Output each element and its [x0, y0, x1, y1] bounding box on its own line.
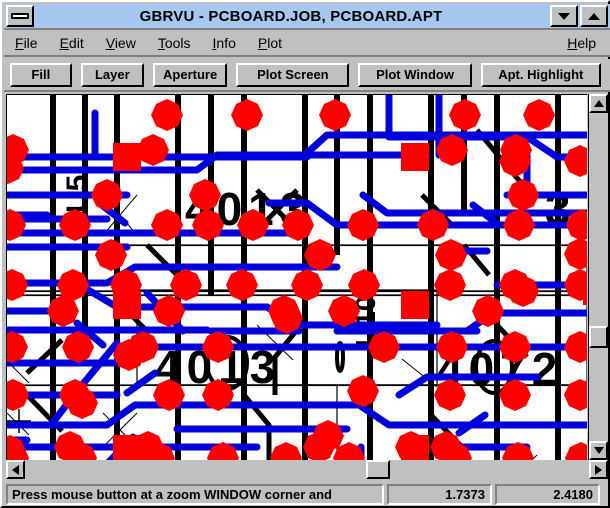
menu-plot[interactable]: Plot: [247, 33, 293, 53]
scroll-down-button[interactable]: [589, 441, 608, 460]
plot-window-button[interactable]: Plot Window: [358, 62, 472, 87]
coordinate-y: 2.4180: [495, 483, 600, 505]
chevron-up-icon: [588, 12, 600, 20]
plot-screen-button[interactable]: Plot Screen: [236, 62, 350, 87]
minimize-button[interactable]: [6, 5, 34, 27]
window-title: GBRVU - PCBOARD.JOB, PCBOARD.APT: [139, 7, 443, 25]
fill-button[interactable]: Fill: [10, 62, 72, 87]
minimize-icon: [11, 13, 29, 19]
gerber-plot: U5 4013 3 4013 U10 4072 U5 4012 U9 TT401…: [7, 95, 587, 461]
window-controls: [548, 5, 608, 27]
toolbar: Fill Layer Aperture Plot Screen Plot Win…: [4, 59, 610, 92]
layer-button[interactable]: Layer: [80, 62, 145, 87]
horizontal-scroll-thumb[interactable]: [366, 460, 390, 479]
title-bar: GBRVU - PCBOARD.JOB, PCBOARD.APT: [4, 4, 610, 30]
status-message: Press mouse button at a zoom WINDOW corn…: [6, 483, 384, 505]
pcb-plot-canvas[interactable]: U5 4013 3 4013 U10 4072 U5 4012 U9 TT401…: [6, 94, 587, 461]
arrow-down-icon: [593, 447, 604, 454]
status-bar: Press mouse button at a zoom WINDOW corn…: [6, 482, 608, 506]
menu-bar: File Edit View Tools Info Plot Help: [4, 30, 610, 57]
apt-highlight-button[interactable]: Apt. Highlight: [480, 62, 601, 87]
scroll-left-button[interactable]: [6, 460, 25, 479]
menu-help[interactable]: Help: [556, 33, 610, 53]
arrow-left-icon: [12, 464, 19, 475]
horizontal-scrollbar[interactable]: [6, 460, 608, 480]
aperture-button[interactable]: Aperture: [153, 62, 228, 87]
menu-file[interactable]: File: [4, 33, 49, 53]
scroll-up-button[interactable]: [589, 94, 608, 113]
menu-info[interactable]: Info: [202, 33, 247, 53]
vertical-scrollbar[interactable]: [588, 94, 608, 460]
menu-edit[interactable]: Edit: [49, 33, 95, 53]
coordinate-x: 1.7373: [387, 483, 492, 505]
vertical-scroll-thumb[interactable]: [589, 326, 608, 348]
menu-tools[interactable]: Tools: [147, 33, 202, 53]
menu-view[interactable]: View: [95, 33, 147, 53]
arrow-right-icon: [595, 464, 602, 475]
restore-button[interactable]: [550, 5, 578, 27]
chevron-down-icon: [558, 12, 570, 20]
arrow-up-icon: [593, 100, 604, 107]
gbrvu-main-window: GBRVU - PCBOARD.JOB, PCBOARD.APT File Ed…: [0, 0, 610, 508]
client-area: U5 4013 3 4013 U10 4072 U5 4012 U9 TT401…: [6, 94, 608, 480]
maximize-button[interactable]: [580, 5, 608, 27]
scroll-right-button[interactable]: [589, 460, 608, 479]
